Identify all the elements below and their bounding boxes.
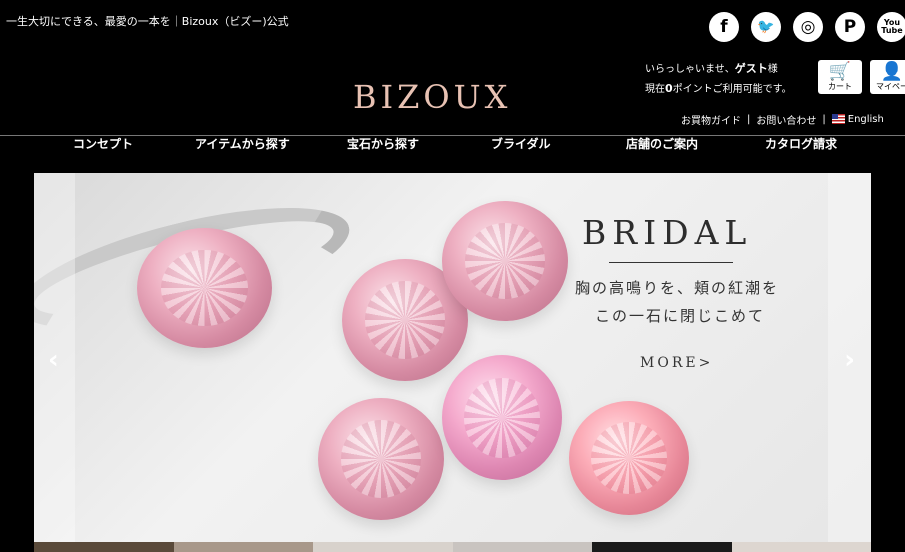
chevron-left-icon[interactable]: ‹ <box>48 345 59 375</box>
thumbnail[interactable] <box>313 542 453 552</box>
english-link[interactable]: English <box>831 114 884 125</box>
ring-gem-image <box>137 228 272 348</box>
slide-more-link[interactable]: MORE> <box>640 355 713 371</box>
youtube-icon[interactable]: You Tube <box>877 12 905 42</box>
guest-suffix: 様 <box>767 64 778 75</box>
nav-item-bridal[interactable]: ブライダル <box>491 135 551 153</box>
thumbnail[interactable] <box>173 542 313 552</box>
instagram-icon[interactable]: ◎ <box>793 12 823 42</box>
slide-subtitle-2: この一石に閉じこめて <box>595 307 766 325</box>
site-logo[interactable]: BIZOUX <box>353 78 511 116</box>
mypage-button[interactable]: 👤 マイペー <box>870 60 905 94</box>
welcome-message: いらっしゃいませ、ゲスト様 現在0ポイントご利用可能です。 <box>645 59 792 99</box>
cart-icon: 🛒 <box>828 61 852 82</box>
global-nav: コンセプト アイテムから探す 宝石から探す ブライダル 店舗のご案内 カタログ請… <box>0 135 905 155</box>
cart-label: カート <box>828 82 852 91</box>
mypage-label: マイペー <box>876 82 905 91</box>
separator: | <box>822 114 826 125</box>
shopping-guide-link[interactable]: お買物ガイド <box>681 112 741 127</box>
gem-image <box>318 398 444 520</box>
facebook-icon[interactable]: f <box>709 12 739 42</box>
slide-subtitle-1: 胸の高鳴りを、頬の紅潮を <box>575 279 780 297</box>
gem-image <box>442 355 562 480</box>
gem-image <box>569 401 689 515</box>
pinterest-icon[interactable]: P <box>835 12 865 42</box>
nav-item-items[interactable]: アイテムから探す <box>195 135 290 153</box>
contact-link[interactable]: お問い合わせ <box>756 112 816 127</box>
chevron-right-icon[interactable]: › <box>844 345 855 375</box>
twitter-icon[interactable]: 🐦 <box>751 12 781 42</box>
slider-thumbnails <box>34 542 871 552</box>
gem-image <box>442 201 568 321</box>
nav-item-gems[interactable]: 宝石から探す <box>347 135 419 153</box>
thumbnail[interactable] <box>34 542 174 552</box>
thumbnail[interactable] <box>731 542 871 552</box>
cart-button[interactable]: 🛒 カート <box>818 60 862 94</box>
welcome-prefix: いらっしゃいませ、 <box>645 64 735 75</box>
nav-item-concept[interactable]: コンセプト <box>73 135 133 153</box>
slide-title: BRIDAL <box>582 213 753 252</box>
social-links: f 🐦 ◎ P You Tube <box>709 12 905 42</box>
separator: | <box>747 114 751 125</box>
site-tagline: 一生大切にできる、最愛の一本を｜Bizoux（ビズー)公式 <box>6 15 289 28</box>
nav-item-catalog[interactable]: カタログ請求 <box>765 135 837 153</box>
user-icon: 👤 <box>880 61 904 82</box>
nav-item-stores[interactable]: 店舗のご案内 <box>626 135 698 153</box>
guest-name: ゲスト <box>734 62 768 75</box>
thumbnail[interactable] <box>592 542 732 552</box>
slide-divider <box>609 262 733 263</box>
hero-slider[interactable]: ‹ › BRIDAL 胸の高鳴りを、頬の紅潮を この一石に閉じこめて MORE> <box>34 173 871 542</box>
points-suffix: ポイントご利用可能です。 <box>672 84 792 95</box>
us-flag-icon <box>831 114 845 124</box>
english-label: English <box>847 114 884 125</box>
points-value: 0 <box>665 82 673 95</box>
utility-links: お買物ガイド | お問い合わせ | English <box>681 112 884 127</box>
thumbnail[interactable] <box>452 542 592 552</box>
points-prefix: 現在 <box>645 84 665 95</box>
